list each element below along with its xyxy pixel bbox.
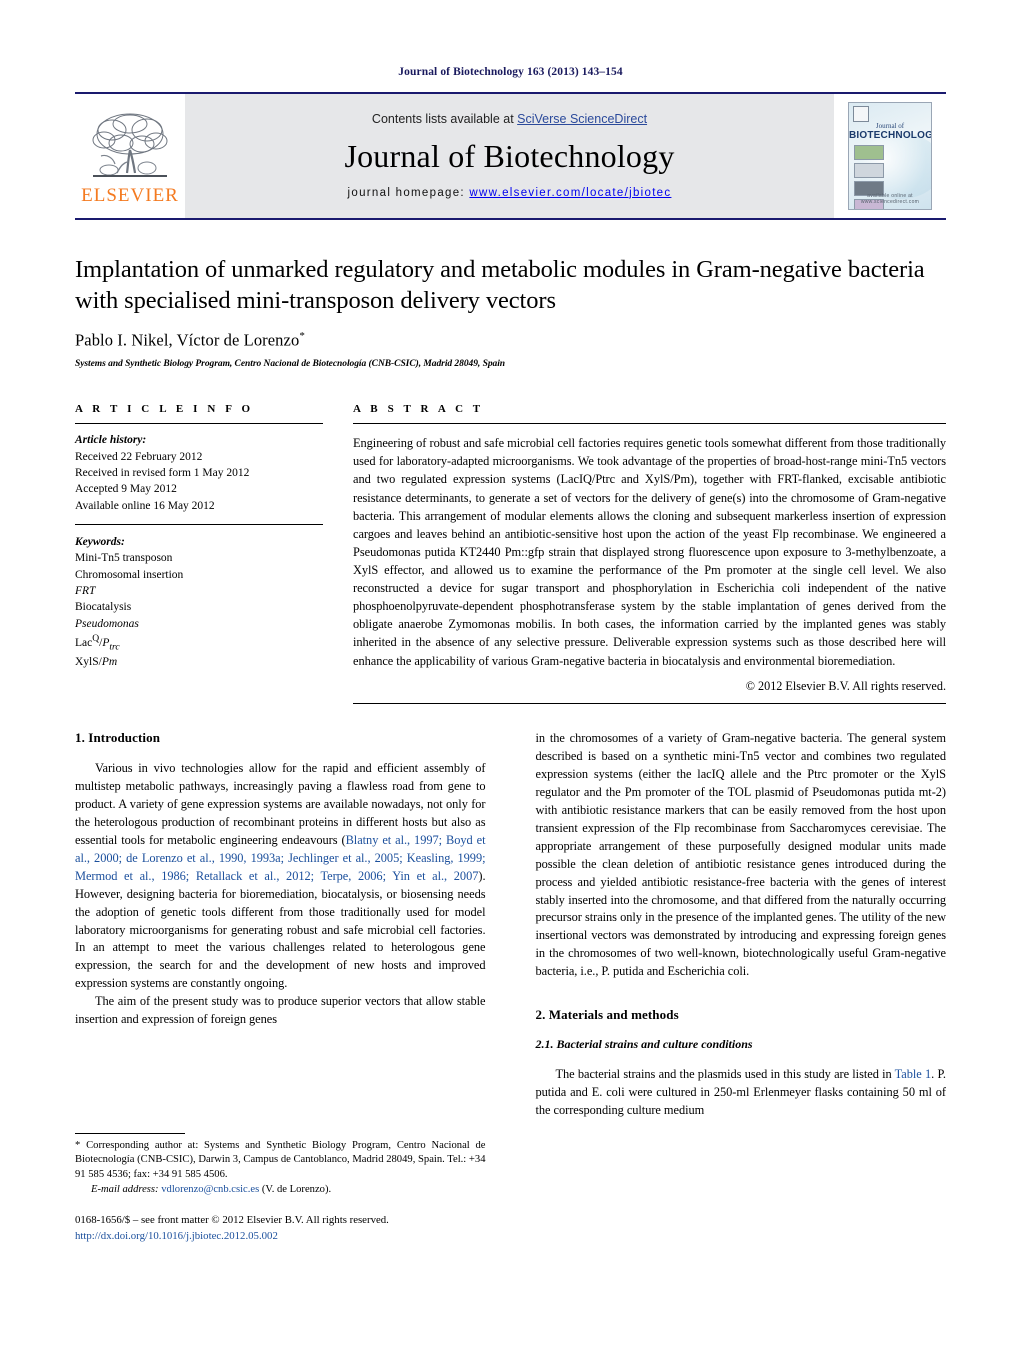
subsection-heading-strains: 2.1. Bacterial strains and culture condi… bbox=[535, 1037, 753, 1052]
contents-prefix: Contents lists available at bbox=[371, 111, 518, 126]
contents-available-line: Contents lists available at SciVerse Sci… bbox=[372, 112, 647, 126]
elsevier-logo: ELSEVIER bbox=[75, 94, 185, 218]
keywords-list: Keywords: Mini-Tn5 transposon Chromosoma… bbox=[75, 534, 323, 670]
homepage-url-link[interactable]: www.elsevier.com/locate/jbiotec bbox=[469, 187, 671, 199]
keywords-rule bbox=[75, 523, 323, 525]
doi-link[interactable]: http://dx.doi.org/10.1016/j.jbiotec.2012… bbox=[75, 1230, 278, 1242]
keyword-item: LacQ/Ptrc bbox=[75, 632, 120, 652]
cover-title-line1: Journal of bbox=[875, 122, 905, 130]
table-1-link[interactable]: Table 1 bbox=[895, 1067, 932, 1081]
history-revised: Received in revised form 1 May 2012 bbox=[75, 466, 250, 479]
email-address-label: E-mail address: bbox=[91, 1183, 159, 1195]
intro-paragraph-2-continued: in the chromosomes of a variety of Gram-… bbox=[535, 730, 947, 979]
materials-p1-lead: The bacterial strains and the plasmids u… bbox=[555, 1067, 895, 1082]
abstract-column: A B S T R A C T Engineering of robust an… bbox=[353, 403, 946, 704]
masthead-banner: Contents lists available at SciVerse Sci… bbox=[185, 94, 834, 218]
article-history-label: Article history: bbox=[75, 434, 147, 447]
cover-elsevier-mark-icon bbox=[853, 106, 869, 122]
keyword-item: Biocatalysis bbox=[75, 601, 132, 614]
left-column: 1. Introduction Various in vivo technolo… bbox=[75, 730, 486, 1245]
abstract-text: Engineering of robust and safe microbial… bbox=[353, 436, 946, 668]
intro-paragraph-1: Various in vivo technologies allow for t… bbox=[75, 760, 486, 994]
article-info-column: A R T I C L E I N F O Article history: R… bbox=[75, 403, 323, 703]
issn-front-matter: 0168-1656/$ – see front matter © 2012 El… bbox=[75, 1214, 389, 1227]
abstract-bottom-rule bbox=[353, 702, 946, 704]
history-accepted: Accepted 9 May 2012 bbox=[75, 483, 177, 496]
title-block: Implantation of unmarked regulatory and … bbox=[75, 254, 946, 369]
email-owner: (V. de Lorenzo). bbox=[261, 1183, 332, 1195]
intro-p1-tail: ). However, designing bacteria for biore… bbox=[75, 868, 486, 991]
abstract-heading: A B S T R A C T bbox=[353, 403, 484, 416]
info-abstract-row: A R T I C L E I N F O Article history: R… bbox=[75, 403, 946, 704]
keyword-item: Mini-Tn5 transposon bbox=[75, 552, 173, 565]
sciencedirect-link[interactable]: SciVerse ScienceDirect bbox=[517, 112, 647, 126]
cover-footer-text: available online at www.sciencedirect.co… bbox=[860, 193, 920, 205]
history-received: Received 22 February 2012 bbox=[75, 450, 203, 463]
cover-title-line2: BIOTECHNOLOGY bbox=[849, 130, 932, 141]
homepage-label: journal homepage: bbox=[347, 186, 465, 199]
article-info-heading: A R T I C L E I N F O bbox=[75, 403, 254, 416]
footnote-block: * Corresponding author at: Systems and S… bbox=[75, 1132, 486, 1245]
elsevier-tree-icon bbox=[87, 110, 173, 184]
elsevier-wordmark: ELSEVIER bbox=[81, 184, 179, 206]
journal-title: Journal of Biotechnology bbox=[344, 137, 675, 174]
paper-page: Journal of Biotechnology 163 (2013) 143–… bbox=[0, 0, 1021, 1351]
journal-homepage-line: journal homepage: www.elsevier.com/locat… bbox=[348, 187, 672, 199]
abstract-rule bbox=[353, 423, 946, 425]
cover-image: Journal of BIOTECHNOLOGY available onlin… bbox=[848, 102, 932, 210]
right-column: in the chromosomes of a variety of Gram-… bbox=[536, 730, 947, 1245]
author-list: Pablo I. Nikel, Víctor de Lorenzo* bbox=[75, 330, 946, 351]
materials-paragraph-1: The bacterial strains and the plasmids u… bbox=[536, 1066, 947, 1120]
page-title: Implantation of unmarked regulatory and … bbox=[75, 256, 925, 315]
journal-masthead: ELSEVIER Contents lists available at Sci… bbox=[75, 92, 946, 220]
corresponding-author-text: * Corresponding author at: Systems and S… bbox=[75, 1139, 486, 1180]
keywords-label: Keywords: bbox=[75, 535, 125, 548]
imprint-block: 0168-1656/$ – see front matter © 2012 El… bbox=[75, 1213, 486, 1244]
keyword-item: FRT bbox=[75, 584, 96, 597]
section-heading-introduction: 1. Introduction bbox=[75, 729, 161, 745]
keyword-item: Chromosomal insertion bbox=[75, 568, 184, 581]
corresponding-author-note: * Corresponding author at: Systems and S… bbox=[75, 1139, 486, 1197]
keyword-item: XylS/Pm bbox=[75, 655, 118, 668]
abstract-copyright: © 2012 Elsevier B.V. All rights reserved… bbox=[745, 678, 946, 693]
keyword-item: Pseudomonas bbox=[75, 617, 139, 630]
corresponding-author-marker: * bbox=[299, 329, 305, 342]
intro-paragraph-2: The aim of the present study was to prod… bbox=[75, 994, 486, 1027]
history-online: Available online 16 May 2012 bbox=[75, 499, 215, 512]
article-info-rule bbox=[75, 423, 323, 425]
affiliation: Systems and Synthetic Biology Program, C… bbox=[75, 359, 506, 370]
footnote-rule bbox=[75, 1132, 185, 1134]
body-columns: 1. Introduction Various in vivo technolo… bbox=[75, 730, 946, 1245]
section-heading-materials: 2. Materials and methods bbox=[535, 1007, 679, 1023]
author-names: Pablo I. Nikel, Víctor de Lorenzo bbox=[75, 330, 300, 350]
running-head: Journal of Biotechnology 163 (2013) 143–… bbox=[398, 66, 623, 78]
journal-cover-thumbnail: Journal of BIOTECHNOLOGY available onlin… bbox=[834, 94, 946, 218]
email-link[interactable]: vdlorenzo@cnb.csic.es bbox=[161, 1184, 259, 1195]
article-history: Article history: Received 22 February 20… bbox=[75, 432, 323, 514]
